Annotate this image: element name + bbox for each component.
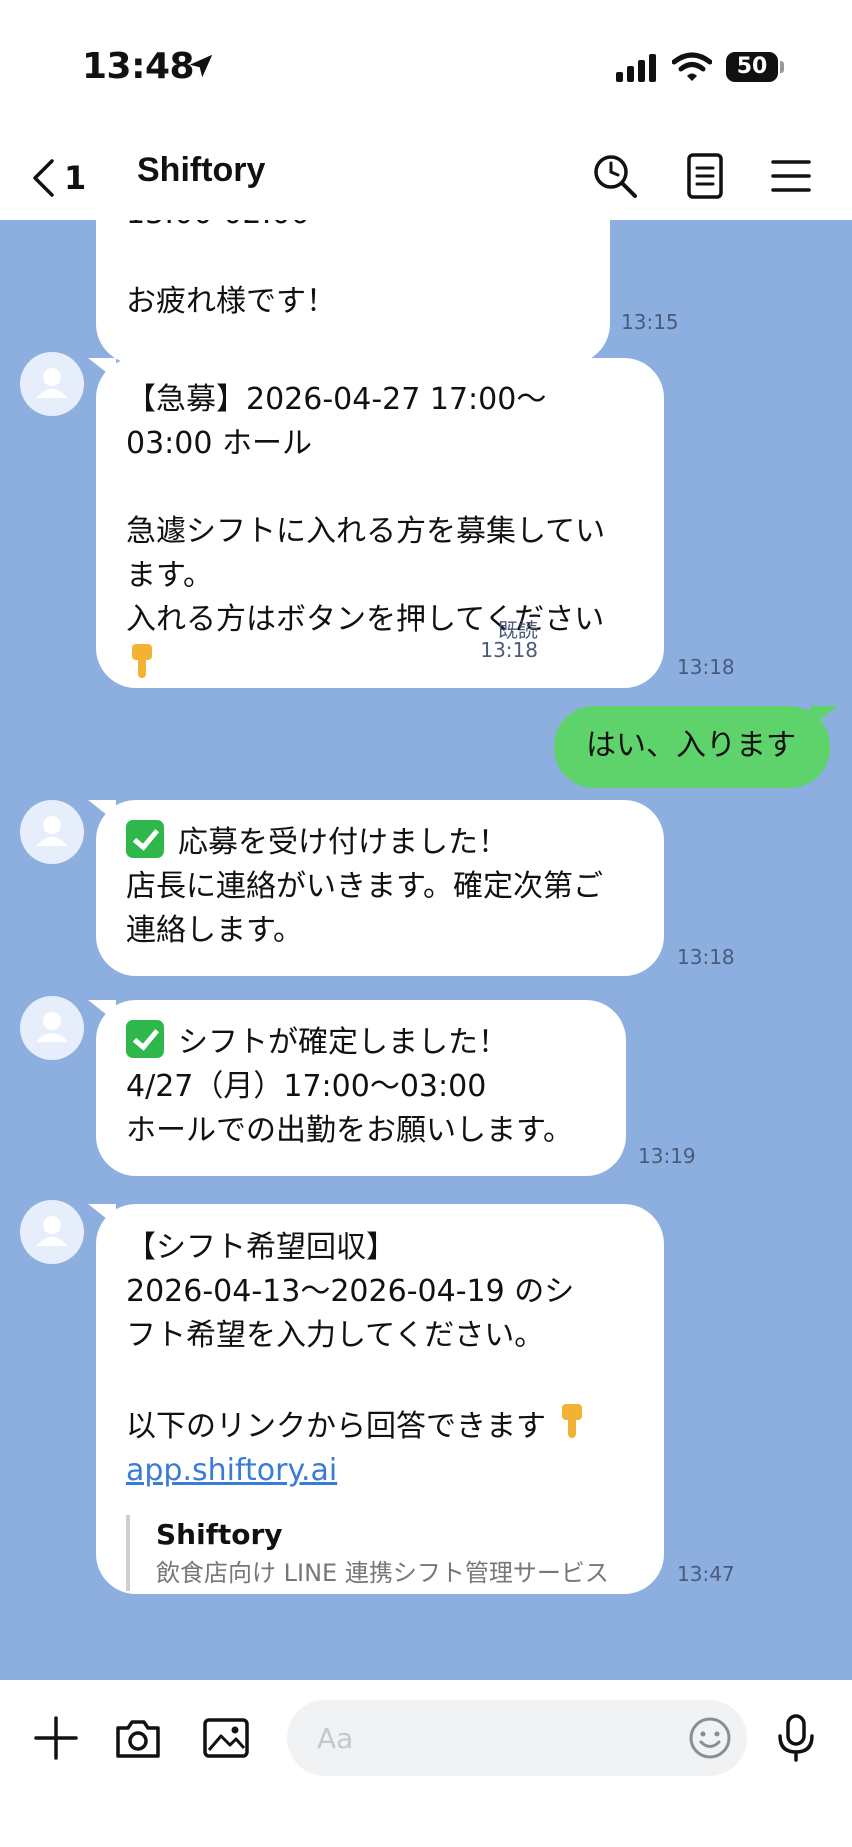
link-preview-description: 飲食店向け LINE 連携シフト管理サービス xyxy=(156,1559,609,1587)
input-bar xyxy=(0,1680,852,1847)
message-time: 13:15 xyxy=(621,310,679,334)
unread-count: 1 xyxy=(64,159,87,197)
chevron-left-icon xyxy=(33,159,54,197)
battery-nub xyxy=(780,61,784,73)
message-text: 4/27（月）17:00〜03:00 ホールでの出勤をお願いします。 xyxy=(126,1069,573,1148)
link-preview-card[interactable]: Shiftory 飲食店向け LINE 連携シフト管理サービス xyxy=(126,1515,634,1591)
camera-icon[interactable] xyxy=(112,1712,164,1764)
pointing-down-icon xyxy=(561,1404,582,1438)
message-time: 13:18 xyxy=(480,638,538,662)
microphone-icon[interactable] xyxy=(770,1712,822,1764)
message-time: 13:18 xyxy=(677,655,735,679)
message-input[interactable] xyxy=(287,1700,747,1776)
my-message-bubble[interactable]: はい、入ります xyxy=(554,706,838,788)
message-time: 13:18 xyxy=(677,945,735,969)
notes-icon[interactable] xyxy=(680,151,730,201)
avatar[interactable] xyxy=(20,996,84,1060)
link[interactable]: app.shiftory.ai xyxy=(126,1453,337,1488)
message-bubble[interactable]: 【急募】2026-04-27 17:00〜 03:00 ホール 急遽シフトに入れ… xyxy=(88,358,664,688)
status-bar: 13:48 50 xyxy=(0,0,852,135)
message-bubble[interactable]: 【シフト希望回収】 2026-04-13〜2026-04-19 のシ フト希望を… xyxy=(88,1204,664,1594)
user-icon xyxy=(36,1012,68,1042)
menu-icon[interactable] xyxy=(766,151,816,201)
cellular-signal-icon xyxy=(616,54,656,82)
plus-icon[interactable] xyxy=(30,1712,82,1764)
search-icon[interactable] xyxy=(590,151,640,201)
message-time: 13:19 xyxy=(638,1144,696,1168)
message-bubble[interactable]: シフトが確定しました！ 4/27（月）17:00〜03:00 ホールでの出勤をお… xyxy=(88,1000,626,1176)
avatar[interactable] xyxy=(20,800,84,864)
link-preview-title: Shiftory xyxy=(156,1518,283,1551)
message-text: 応募を受け付けました！ xyxy=(178,825,508,860)
message-bubble[interactable]: 応募を受け付けました！ 店長に連絡がいきます。確定次第ご 連絡します。 xyxy=(88,800,664,976)
user-icon xyxy=(36,1216,68,1246)
chat-area[interactable]: 13:00-02:00 お疲れ様です！ 13:15 【急募】2026-04-27… xyxy=(0,220,852,1680)
avatar[interactable] xyxy=(20,1200,84,1264)
avatar[interactable] xyxy=(20,352,84,416)
check-mark-icon xyxy=(126,1020,164,1058)
message-time: 13:47 xyxy=(677,1562,735,1586)
chat-header: 1 Shiftory xyxy=(0,135,852,220)
chat-title: Shiftory xyxy=(137,151,266,189)
message-bubble[interactable]: 13:00-02:00 お疲れ様です！ xyxy=(96,220,610,364)
user-icon xyxy=(36,816,68,846)
location-arrow-icon xyxy=(189,54,213,78)
wifi-icon xyxy=(672,52,712,81)
battery-indicator: 50 xyxy=(726,52,778,82)
message-text: 13:00-02:00 お疲れ様です！ xyxy=(126,220,336,319)
pointing-down-icon xyxy=(132,644,152,678)
message-text: 【シフト希望回収】 2026-04-13〜2026-04-19 のシ フト希望を… xyxy=(126,1230,575,1444)
message-text: シフトが確定しました！ xyxy=(178,1025,508,1060)
back-button[interactable]: 1 xyxy=(30,153,100,203)
check-mark-icon xyxy=(126,820,164,858)
user-icon xyxy=(36,368,68,398)
emoji-icon[interactable] xyxy=(684,1712,736,1764)
message-text: 【急募】2026-04-27 17:00〜 03:00 ホール 急遽シフトに入れ… xyxy=(126,382,606,637)
image-icon[interactable] xyxy=(200,1712,252,1764)
status-time: 13:48 xyxy=(82,46,195,87)
message-text: はい、入ります xyxy=(586,728,796,763)
message-text: 店長に連絡がいきます。確定次第ご 連絡します。 xyxy=(126,869,603,948)
